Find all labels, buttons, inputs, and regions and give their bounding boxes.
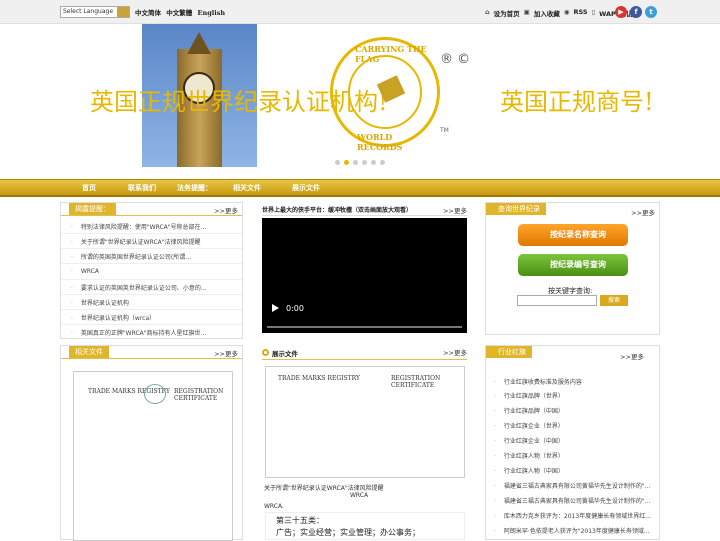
list-item[interactable]: 行业红旗企业（中国） (494, 436, 564, 445)
rss-icon: ◉ (563, 8, 570, 16)
list-item[interactable]: 行业红旗品牌（中国） (494, 406, 564, 415)
files-panel: 相关文件 >>更多 TRADE MARKS REGISTRY REGISTRATI… (60, 345, 243, 541)
video-player[interactable]: 0:00 (262, 218, 467, 333)
list-item[interactable]: WRCA (71, 268, 99, 275)
list-item[interactable]: 福建省三福古典家具有限公司黄福华先生设计制作的"... (494, 496, 650, 505)
video-panel-header: 世界上最大的侠手平台：缓冲牧檀（双击画面放大观看） >>更多 (262, 204, 467, 216)
twitter-icon[interactable]: t (645, 6, 657, 18)
nav-show-files[interactable]: 展示文件 (292, 183, 320, 193)
search-by-name-button[interactable]: 按纪录名称查询 (518, 224, 628, 246)
nav-contact[interactable]: 联系我们 (128, 183, 156, 193)
show-more-link[interactable]: >>更多 (443, 347, 467, 357)
list-item[interactable]: 所谓的英国英国世界纪录认证公司(所谓... (71, 252, 191, 261)
list-item[interactable]: 特别法律风险提醒：使用"WRCA"号称总部在... (71, 222, 206, 231)
lang-link-english[interactable]: English (198, 9, 226, 17)
youtube-icon[interactable]: ▶ (615, 6, 627, 18)
legal-more-link[interactable]: >>更多 (214, 205, 238, 215)
list-item[interactable]: 行业红旗人物（世界） (494, 451, 564, 460)
slider-dot[interactable] (380, 160, 385, 165)
list-item[interactable]: 行业红旗企业（世界） (494, 421, 564, 430)
logo-top-text: CARRYING THE FLAG (355, 44, 427, 64)
bullet-icon (262, 349, 269, 356)
trademark-mark: TM (440, 127, 449, 134)
keyword-input[interactable] (517, 295, 597, 306)
show-certificate-image[interactable]: TRADE MARKS REGISTRY REGISTRATION CERTIF… (265, 366, 465, 478)
doc-line: 第三十五类： (276, 516, 324, 525)
video-panel-title: 世界上最大的侠手平台：缓冲牧檀（双击画面放大观看） (262, 207, 413, 214)
facebook-icon[interactable]: f (630, 6, 642, 18)
video-time: 0:00 (286, 304, 304, 313)
main-nav: 首页 联系我们 法务提醒： 相关文件 展示文件 (0, 179, 720, 197)
query-panel-title: 查询世界纪录 (486, 203, 546, 215)
show-panel-title: 展示文件 (272, 350, 298, 358)
industry-panel-title: 行业红旗 (486, 346, 532, 358)
home-icon: ⌂ (485, 8, 490, 16)
trademark-certificate-image[interactable]: TRADE MARKS REGISTRY REGISTRATION CERTIF… (73, 371, 233, 541)
nav-legal[interactable]: 法务提醒： (177, 183, 212, 193)
slider-dot[interactable] (362, 160, 367, 165)
list-item[interactable]: 世界纪录认证机构 (71, 298, 129, 307)
play-icon[interactable] (272, 304, 279, 312)
list-item[interactable]: 行业红旗品牌（世界） (494, 391, 564, 400)
language-links: 中文简体 中文繁體 English (135, 7, 228, 17)
top-bar: Select Language 中文简体 中文繁體 English ⌂ 设为首页… (0, 0, 720, 24)
show-document-image[interactable]: 第三十五类： 广告；实业经营；实业管理；办公事务； (265, 512, 465, 540)
list-item[interactable]: 库木西力克乡获评为：2013年度健康长寿领域世界红... (494, 511, 651, 520)
flag-icon (376, 75, 406, 103)
wrca-image-alt: WRCA (350, 492, 369, 499)
files-more-link[interactable]: >>更多 (214, 348, 238, 358)
slider-dot[interactable] (335, 160, 340, 165)
doc-heading-right: REGISTRATION CERTIFICATE (391, 375, 441, 389)
rss-link[interactable]: RSS (573, 8, 587, 18)
nav-files[interactable]: 相关文件 (233, 183, 261, 193)
lang-link-traditional[interactable]: 中文繁體 (166, 9, 192, 17)
add-favorite-link[interactable]: 加入收藏 (534, 8, 560, 18)
mobile-icon: ▯ (591, 8, 596, 16)
logo-bottom-text: WORLD RECORDS (357, 132, 403, 152)
show-text: WRCA. (264, 503, 284, 510)
doc-heading-right: REGISTRATION CERTIFICATE (174, 388, 224, 402)
list-item[interactable]: 关于所谓"世界纪录认证WRCA"法律风险提醒 (71, 237, 201, 246)
video-progress-bar[interactable] (267, 326, 462, 328)
show-panel-header: 展示文件 >>更多 (262, 347, 467, 360)
legal-panel: 揭露提醒： >>更多 特别法律风险提醒：使用"WRCA"号称总部在... 关于所谓… (60, 202, 243, 339)
industry-panel: 行业红旗 >>更多 行业红旗收费标准及服务内容 行业红旗品牌（世界） 行业红旗品… (485, 345, 660, 540)
doc-heading-left: TRADE MARKS REGISTRY (278, 375, 360, 382)
top-links: ⌂ 设为首页 ▣ 加入收藏 ◉ RSS ▯ WAP手机版 (485, 8, 635, 18)
banner-slogan-right: 英国正规商号! (500, 88, 654, 116)
show-caption[interactable]: 关于所谓"世界纪录认证WRCA"法律风险提醒 (264, 483, 384, 492)
lang-link-simplified[interactable]: 中文简体 (135, 9, 161, 17)
doc-line: 广告；实业经营；实业管理；办公事务； (276, 528, 420, 537)
list-item[interactable]: 行业红旗收费标准及服务内容 (494, 377, 582, 386)
nav-home[interactable]: 首页 (82, 183, 96, 193)
list-item[interactable]: 要求认证的英国英世界纪录认证公司、小意的... (71, 283, 207, 292)
chevron-down-icon (117, 7, 129, 17)
industry-more-link[interactable]: >>更多 (620, 351, 644, 361)
video-more-link[interactable]: >>更多 (443, 205, 467, 215)
search-button[interactable]: 搜索 (600, 295, 628, 306)
list-item[interactable]: 英国真正的正牌"WRCA"商标持有人星红旗世... (71, 328, 206, 337)
bookmark-icon: ▣ (523, 8, 530, 16)
language-select-value: Select Language (63, 8, 114, 15)
list-item[interactable]: 行业红旗人物（中国） (494, 466, 564, 475)
language-select[interactable]: Select Language (60, 6, 130, 18)
list-item[interactable]: 阿朗米罕·色依提老人获评为"2013年度健康长寿领域... (494, 526, 650, 535)
slider-dots (335, 160, 385, 165)
registered-marks: ® © (440, 52, 471, 67)
slider-dot-active[interactable] (344, 160, 349, 165)
list-item[interactable]: 福建省三福古典家具有限公司黄福华先生设计制作的"... (494, 481, 650, 490)
search-by-number-button[interactable]: 按纪录编号查询 (518, 254, 628, 276)
world-records-logo: CARRYING THE FLAG WORLD RECORDS (330, 37, 440, 152)
query-more-link[interactable]: >>更多 (631, 207, 655, 217)
slider-dot[interactable] (353, 160, 358, 165)
slider-dot[interactable] (371, 160, 376, 165)
list-item[interactable]: 世界纪录认证机构（wrca） (71, 313, 155, 322)
legal-panel-title: 揭露提醒： (69, 203, 116, 215)
files-panel-title: 相关文件 (69, 346, 109, 358)
set-homepage-link[interactable]: 设为首页 (494, 8, 520, 18)
banner: 英国正规世界纪录认证机构! CARRYING THE FLAG WORLD RE… (0, 24, 720, 179)
crest-icon (144, 384, 166, 404)
